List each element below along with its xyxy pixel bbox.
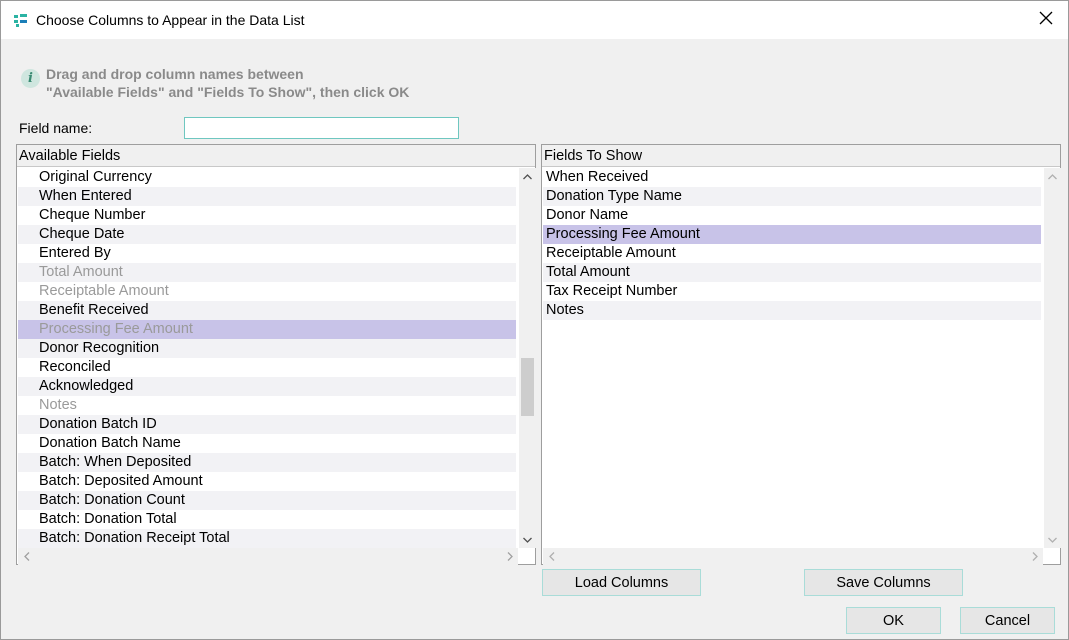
- scroll-thumb[interactable]: [521, 358, 534, 416]
- scroll-up-arrow-icon[interactable]: [519, 168, 536, 185]
- list-item[interactable]: Acknowledged: [18, 377, 516, 396]
- close-icon: [1039, 11, 1053, 30]
- list-item[interactable]: Notes: [18, 396, 516, 415]
- list-item[interactable]: Donation Batch Name: [18, 434, 516, 453]
- available-fields-panel: Available Fields Original Currency When E…: [16, 144, 536, 565]
- available-fields-list[interactable]: Original Currency When Entered Cheque Numb…: [18, 168, 516, 548]
- list-item[interactable]: When Received: [543, 168, 1041, 187]
- fields-to-show-list[interactable]: When Received Donation Type Name Donor Nam…: [543, 168, 1041, 320]
- list-item[interactable]: Donation Type Name: [543, 187, 1041, 206]
- field-name-input[interactable]: [184, 117, 459, 139]
- scroll-right-arrow-icon[interactable]: [501, 548, 518, 565]
- list-item[interactable]: Cheque Date: [18, 225, 516, 244]
- list-item[interactable]: Total Amount: [543, 263, 1041, 282]
- instruction-line-2: "Available Fields" and "Fields To Show",…: [46, 84, 410, 100]
- window-title: Choose Columns to Appear in the Data Lis…: [36, 12, 305, 28]
- fields-to-show-vertical-scrollbar[interactable]: [1044, 168, 1061, 548]
- list-item[interactable]: Donation Batch ID: [18, 415, 516, 434]
- list-item[interactable]: Receiptable Amount: [543, 244, 1041, 263]
- instruction-text: Drag and drop column names between "Avai…: [46, 65, 546, 101]
- list-item[interactable]: Original Currency: [18, 168, 516, 187]
- list-item[interactable]: Total Amount: [18, 263, 516, 282]
- load-columns-button[interactable]: Load Columns: [542, 569, 701, 596]
- close-button[interactable]: [1024, 1, 1068, 39]
- choose-columns-dialog: Choose Columns to Appear in the Data Lis…: [0, 0, 1069, 640]
- list-item[interactable]: Reconciled: [18, 358, 516, 377]
- list-item[interactable]: Batch: Donation Count: [18, 491, 516, 510]
- list-item[interactable]: Donor Name: [543, 206, 1041, 225]
- fields-to-show-horizontal-scrollbar[interactable]: [543, 548, 1043, 565]
- list-item[interactable]: Entered By: [18, 244, 516, 263]
- scroll-down-arrow-icon[interactable]: [519, 531, 536, 548]
- app-logo-icon: [13, 12, 29, 28]
- available-fields-horizontal-scrollbar[interactable]: [18, 548, 518, 565]
- available-fields-header: Available Fields: [17, 145, 535, 167]
- fields-to-show-panel: Fields To Show When Received Donation Typ…: [541, 144, 1061, 565]
- list-item[interactable]: Batch: When Deposited: [18, 453, 516, 472]
- scroll-left-arrow-icon[interactable]: [543, 548, 560, 565]
- save-columns-button[interactable]: Save Columns: [804, 569, 963, 596]
- field-name-label: Field name:: [19, 120, 93, 136]
- list-item[interactable]: Tax Receipt Number: [543, 282, 1041, 301]
- scroll-down-arrow-icon[interactable]: [1044, 531, 1061, 548]
- list-item[interactable]: Cheque Number: [18, 206, 516, 225]
- list-item[interactable]: Batch: Donation Total: [18, 510, 516, 529]
- list-item[interactable]: Batch: Donation Receipt Total: [18, 529, 516, 548]
- list-item[interactable]: Donor Recognition: [18, 339, 516, 358]
- list-item[interactable]: Batch: Deposited Amount: [18, 472, 516, 491]
- list-item[interactable]: Processing Fee Amount: [18, 320, 516, 339]
- instruction-line-1: Drag and drop column names between: [46, 66, 304, 82]
- fields-to-show-header: Fields To Show: [542, 145, 1060, 167]
- scroll-up-arrow-icon[interactable]: [1044, 168, 1061, 185]
- list-item[interactable]: Notes: [543, 301, 1041, 320]
- scroll-right-arrow-icon[interactable]: [1026, 548, 1043, 565]
- list-item[interactable]: When Entered: [18, 187, 516, 206]
- info-icon: i: [21, 69, 40, 88]
- scroll-left-arrow-icon[interactable]: [18, 548, 35, 565]
- list-item[interactable]: Benefit Received: [18, 301, 516, 320]
- ok-button[interactable]: OK: [846, 607, 941, 634]
- list-item[interactable]: Receiptable Amount: [18, 282, 516, 301]
- cancel-button[interactable]: Cancel: [960, 607, 1055, 634]
- title-bar: Choose Columns to Appear in the Data Lis…: [1, 1, 1068, 39]
- list-item[interactable]: Processing Fee Amount: [543, 225, 1041, 244]
- available-fields-vertical-scrollbar[interactable]: [519, 168, 536, 548]
